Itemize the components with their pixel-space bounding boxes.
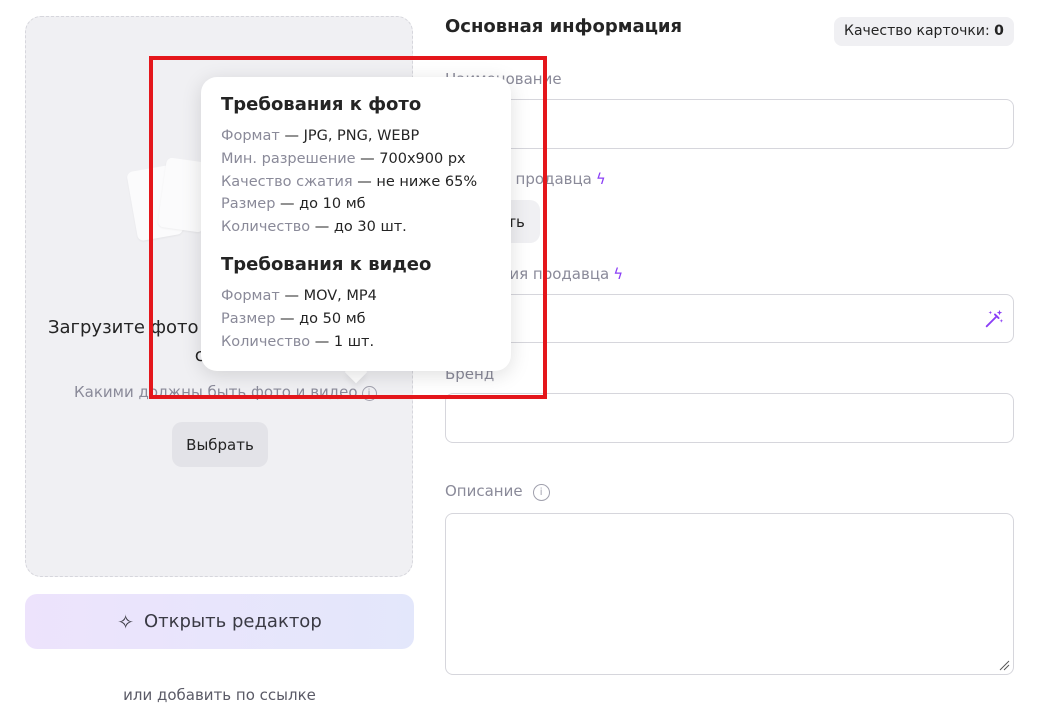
photo-requirement: Мин. разрешение — 700x900 px	[221, 150, 466, 167]
brand-input[interactable]	[445, 393, 1014, 443]
card-quality-badge: Качество карточки: 0	[834, 17, 1014, 46]
section-title: Основная информация	[445, 16, 683, 37]
description-textarea[interactable]	[445, 513, 1014, 675]
photo-requirement: Формат — JPG, PNG, WEBP	[221, 128, 420, 144]
card-quality-value: 0	[994, 23, 1004, 39]
photo-requirement: Размер — до 10 мб	[221, 196, 366, 213]
photo-requirement: Количество — до 30 шт.	[221, 219, 407, 236]
open-editor-label: Открыть редактор	[144, 611, 322, 632]
open-editor-button[interactable]: ✧ Открыть редактор	[25, 594, 414, 649]
photo-requirements-title: Требования к фото	[221, 94, 422, 115]
description-label-text: Описание	[445, 482, 523, 500]
requirements-tooltip: Требования к фото Формат — JPG, PNG, WEB…	[201, 77, 511, 371]
choose-file-button[interactable]: Выбрать	[172, 422, 268, 467]
upload-requirements-hint[interactable]: Какими должны быть фото и видео i	[74, 383, 377, 401]
photo-requirement: Качество сжатия — не ниже 65%	[221, 173, 478, 190]
sparkle-icon: ✧	[117, 609, 134, 634]
info-icon[interactable]: i	[532, 484, 550, 501]
add-by-link-link[interactable]: или добавить по ссылке	[25, 686, 414, 704]
video-requirements-title: Требования к видео	[221, 253, 432, 275]
photo-placeholder-icon	[126, 152, 213, 242]
bolt-icon: ϟ	[595, 170, 606, 188]
bolt-icon: ϟ	[613, 265, 624, 283]
video-requirement: Количество — 1 шт.	[221, 333, 375, 350]
info-icon[interactable]: i	[361, 386, 377, 401]
description-label: Описание i	[445, 482, 550, 501]
video-requirement: Размер — до 50 мб	[221, 310, 366, 327]
category-input[interactable]	[445, 294, 1014, 343]
name-input[interactable]	[445, 99, 1014, 149]
resize-handle-icon[interactable]	[998, 659, 1010, 671]
magic-wand-icon[interactable]	[983, 308, 1005, 330]
upload-hint-text: Какими должны быть фото и видео	[74, 383, 358, 401]
card-quality-label: Качество карточки:	[844, 23, 990, 39]
video-requirement: Формат — MOV, MP4	[221, 287, 377, 304]
